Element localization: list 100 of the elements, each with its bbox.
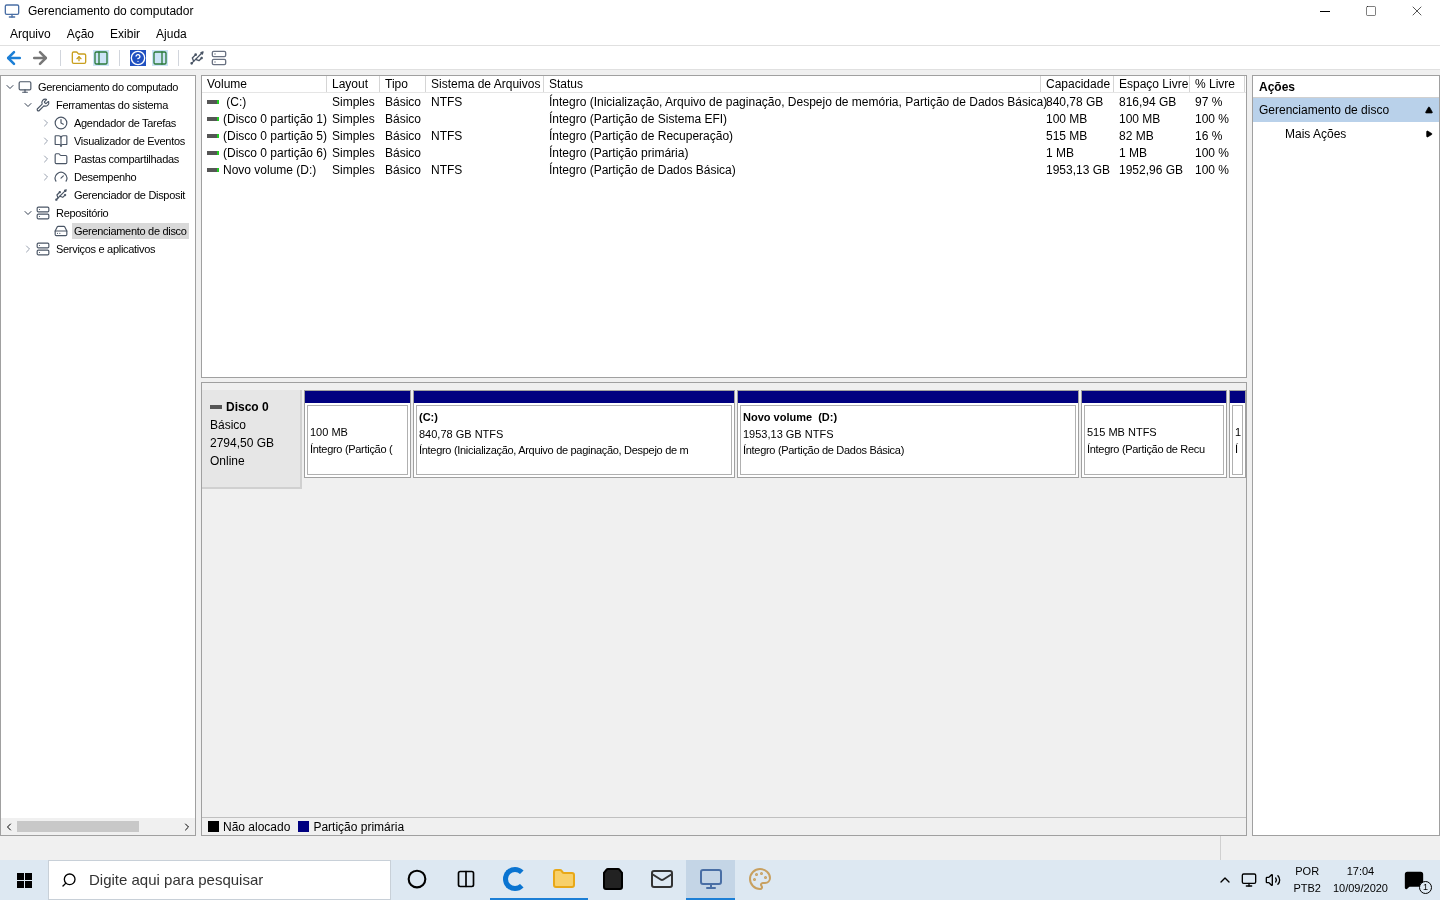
table-cell-text: 515 MB: [1046, 127, 1088, 145]
panel-left-icon[interactable]: [93, 49, 109, 66]
column-header[interactable]: Espaço Livre: [1114, 76, 1190, 92]
table-cell-text: Íntegro (Partição de Sistema EFI): [549, 110, 728, 128]
table-cell-text: Íntegro (Partição de Recuperação): [549, 127, 734, 145]
table-cell-text: 100 MB: [1046, 110, 1088, 128]
partition-status: Í: [1235, 441, 1239, 457]
notification-count: 1: [1419, 881, 1432, 894]
table-cell-text: 16 %: [1195, 127, 1223, 145]
partition-block[interactable]: (C:) 840,78 GB NTFS Íntegro (Inicialização, Arquivo de paginação, Despejo de m: [413, 390, 735, 478]
partition-status: Íntegro (Partição de Recu: [1087, 441, 1206, 457]
table-cell-text: (Disco 0 partição 5): [223, 127, 328, 145]
drive-icon: [207, 167, 219, 172]
table-cell-text: 1952,96 GB: [1119, 161, 1184, 179]
tree-item[interactable]: Pastas compartilhadas: [72, 150, 181, 168]
table-cell-text: Simples: [332, 127, 375, 145]
folder-up-icon[interactable]: [71, 49, 87, 66]
language-code[interactable]: POR: [1295, 863, 1320, 880]
tree-item[interactable]: Gerenciamento de disco: [72, 222, 189, 240]
tree-item[interactable]: Desempenho: [72, 168, 139, 186]
keyboard-layout[interactable]: PTB2: [1293, 880, 1321, 897]
partition-name: (C:): [419, 410, 439, 425]
palette-icon: [747, 867, 772, 891]
table-cell-text: Simples: [332, 93, 375, 111]
menu-item[interactable]: Ajuda: [156, 24, 187, 43]
table-cell-text: 100 %: [1195, 161, 1230, 179]
table-cell-text: 100 %: [1195, 110, 1230, 128]
search-icon: [61, 872, 77, 888]
disk-status: Online: [210, 453, 246, 470]
table-cell-text: 840,78 GB: [1046, 93, 1104, 111]
task-view-icon: [455, 869, 476, 889]
table-cell-text: Simples: [332, 144, 375, 162]
tree-item-icon: [36, 242, 50, 256]
table-cell-text: 97 %: [1195, 93, 1223, 111]
table-cell-text: 816,94 GB: [1119, 93, 1177, 111]
tree-item[interactable]: Serviços e aplicativos: [54, 240, 158, 258]
tree-item-icon: [54, 134, 68, 148]
column-header[interactable]: Capacidade: [1041, 76, 1114, 92]
horizontal-scrollbar[interactable]: [1, 818, 195, 835]
clock-time[interactable]: 17:04: [1346, 863, 1375, 880]
tree-item-icon: [18, 80, 32, 94]
table-cell-text: Íntegro (Inicialização, Arquivo de paginação, Despejo de memória, Partição de Dados Básica): [549, 93, 1048, 111]
partition-size: 100 MB: [310, 425, 349, 440]
network-icon[interactable]: [1241, 872, 1258, 888]
search-input[interactable]: Digite aqui para pesquisar: [89, 868, 378, 892]
table-cell-text: Básico: [385, 127, 422, 145]
partition-size: 1: [1235, 425, 1242, 440]
table-cell-text: 100 MB: [1119, 110, 1161, 128]
table-cell-text: Íntegro (Partição de Dados Básica): [549, 161, 736, 179]
action-link[interactable]: Mais Ações: [1285, 125, 1347, 143]
menu-item[interactable]: Exibir: [110, 24, 141, 43]
partition-block[interactable]: Novo volume (D:) 1953,13 GB NTFS Íntegro (Partição de Dados Básica): [737, 390, 1079, 478]
disk-type: Básico: [210, 417, 248, 434]
partition-block[interactable]: 1 Í: [1229, 390, 1246, 478]
submenu-arrow-icon: [1425, 130, 1433, 138]
table-cell-text: Básico: [385, 93, 422, 111]
tree-item-icon: [54, 188, 68, 202]
restore-icon: [1365, 5, 1377, 17]
tree-item[interactable]: Agendador de Tarefas: [72, 114, 179, 132]
notification-icon[interactable]: [1404, 870, 1424, 890]
table-cell-text: 1 MB: [1046, 144, 1074, 162]
tree-item[interactable]: Repositório: [54, 204, 111, 222]
column-header[interactable]: Layout: [327, 76, 380, 92]
menu-item[interactable]: Arquivo: [10, 24, 51, 43]
actions-section-header[interactable]: Gerenciamento de disco: [1253, 98, 1439, 122]
tree-item[interactable]: Gerenciamento do computado: [36, 78, 181, 96]
partition-block[interactable]: 515 MB NTFS Íntegro (Partição de Recu: [1081, 390, 1227, 478]
column-header[interactable]: Sistema de Arquivos: [426, 76, 544, 92]
drive-icon: [207, 99, 219, 104]
tree-item-icon: [54, 116, 68, 130]
panel-right-icon[interactable]: [152, 49, 168, 66]
column-header[interactable]: Tipo: [380, 76, 426, 92]
tree-item[interactable]: Visualizador de Eventos: [72, 132, 187, 150]
tree-item[interactable]: Gerenciador de Disposit: [72, 186, 188, 204]
help-icon[interactable]: [130, 49, 146, 66]
windows-logo-icon: [16, 872, 32, 888]
table-cell-text: 1953,13 GB: [1046, 161, 1111, 179]
partition-size: 1953,13 GB NTFS: [743, 426, 835, 442]
cortana-circle-icon: [406, 869, 427, 889]
collapse-triangle-icon[interactable]: [1425, 106, 1433, 114]
partition-name: Novo volume (D:): [743, 410, 839, 425]
column-header[interactable]: Volume: [202, 76, 327, 92]
column-header[interactable]: % Livre: [1190, 76, 1245, 92]
speaker-icon[interactable]: [1265, 872, 1282, 888]
clock-date[interactable]: 10/09/2020: [1332, 880, 1388, 897]
window-title: Gerenciamento do computador: [28, 3, 194, 20]
tree-item-icon: [54, 224, 68, 238]
partition-size: 840,78 GB NTFS: [419, 426, 505, 442]
search-field[interactable]: Digite aqui para pesquisar: [48, 860, 391, 900]
partition-block[interactable]: 100 MB Íntegro (Partição (: [304, 390, 411, 478]
menu-item[interactable]: Ação: [66, 24, 95, 43]
connect-icon[interactable]: [189, 49, 205, 66]
tree-item[interactable]: Ferramentas do sistema: [54, 96, 170, 114]
section-title: Gerenciamento de disco: [1259, 102, 1390, 119]
table-cell-text: Novo volume (D:): [223, 161, 317, 179]
table-cell-text: Íntegro (Partição primária): [549, 144, 689, 162]
drive-icon: [207, 150, 219, 155]
tree-item-icon: [54, 152, 68, 166]
table-cell-text: Básico: [385, 110, 422, 128]
column-header[interactable]: Status: [544, 76, 1041, 92]
